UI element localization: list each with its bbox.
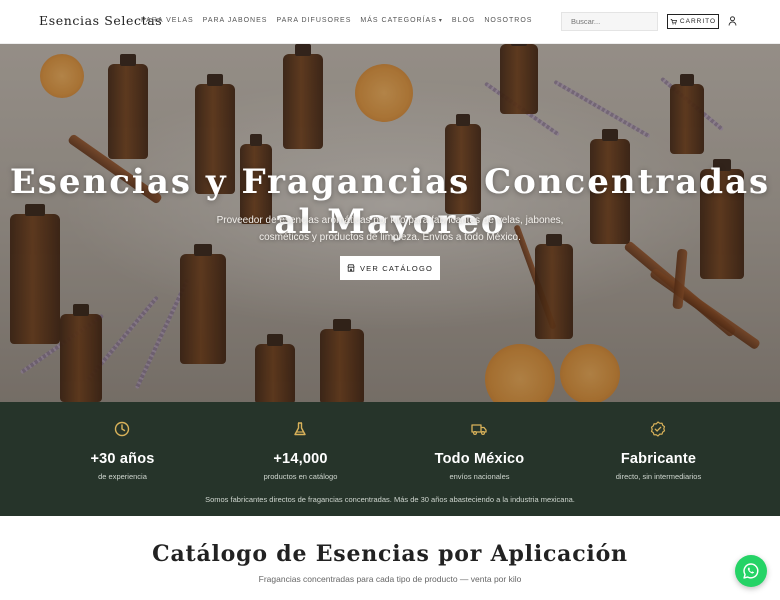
stat-label: productos en catálogo <box>263 472 338 481</box>
nav-mas-categorias[interactable]: MÁS CATEGORÍAS ▾ <box>360 17 443 24</box>
stat-value: Fabricante <box>620 451 697 467</box>
cart-icon <box>670 19 677 25</box>
nav-mas-categorias-label: MÁS CATEGORÍAS <box>360 17 437 24</box>
store-icon <box>347 264 355 272</box>
view-catalog-label: VER CATÁLOGO <box>359 263 434 273</box>
catalog-subtitle: Fragancias concentradas para cada tipo d… <box>258 574 522 584</box>
cart-label: CARRITO <box>679 18 717 25</box>
truck-icon <box>471 424 487 436</box>
flask-icon <box>294 422 306 436</box>
stat-value: +30 años <box>90 451 155 467</box>
stat-label: envíos nacionales <box>449 472 510 481</box>
chevron-down-icon: ▾ <box>438 18 443 24</box>
nav-nosotros[interactable]: NOSOTROS <box>484 17 532 24</box>
stat-label: directo, sin intermediarios <box>615 472 702 481</box>
stat-value: +14,000 <box>273 451 328 467</box>
whatsapp-button[interactable] <box>735 555 767 587</box>
search-input[interactable] <box>561 12 658 31</box>
catalog-title: Catálogo de Esencias por Aplicación <box>152 541 628 567</box>
site-header: Esencias Selectas PARA VELAS PARA JABONE… <box>0 0 780 44</box>
nav-para-difusores[interactable]: PARA DIFUSORES <box>276 17 351 24</box>
main-nav: PARA VELAS PARA JABONES PARA DIFUSORES M… <box>141 17 532 24</box>
cart-button[interactable]: CARRITO <box>667 14 719 29</box>
nav-blog[interactable]: BLOG <box>452 17 475 24</box>
stats-band: +30 años de experiencia +14,000 producto… <box>0 402 780 516</box>
stat-value: Todo México <box>434 451 525 467</box>
check-badge-icon <box>650 421 666 437</box>
stat-label: de experiencia <box>98 472 147 481</box>
nav-para-jabones[interactable]: PARA JABONES <box>203 17 268 24</box>
hero-subtitle: Proveedor de esencias aromáticas por kil… <box>216 215 564 243</box>
user-icon[interactable] <box>728 16 737 26</box>
hero-banner: Esencias y Fragancias Concentradas al Ma… <box>0 44 780 402</box>
stats-note: Somos fabricantes directos de fragancias… <box>205 495 575 504</box>
view-catalog-button[interactable]: VER CATÁLOGO <box>340 256 440 280</box>
clock-icon <box>114 421 130 437</box>
nav-para-velas[interactable]: PARA VELAS <box>141 17 194 24</box>
whatsapp-icon <box>743 563 759 579</box>
